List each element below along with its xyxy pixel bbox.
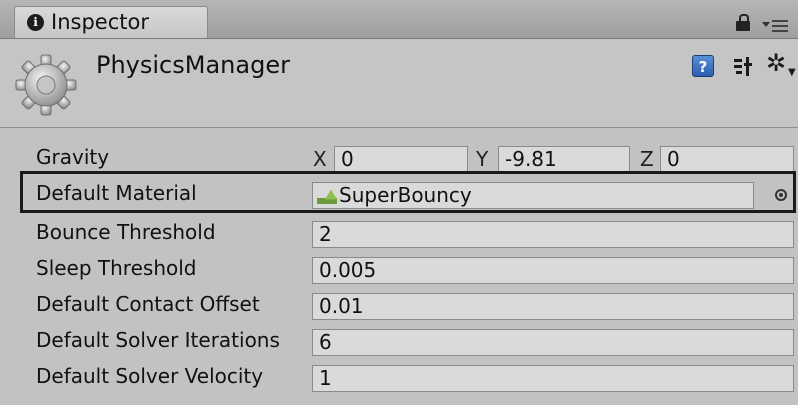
preset-icon[interactable] bbox=[732, 55, 754, 77]
sleep-threshold-label: Sleep Threshold bbox=[36, 256, 197, 280]
object-picker-icon[interactable] bbox=[775, 189, 787, 201]
bounce-threshold-label: Bounce Threshold bbox=[36, 220, 216, 244]
gravity-y-label[interactable]: Y bbox=[476, 146, 488, 173]
tab-inspector[interactable]: ℹ Inspector bbox=[14, 6, 208, 38]
gravity-z-field[interactable]: 0 bbox=[660, 146, 794, 173]
default-solver-velocity-field[interactable]: 1 bbox=[312, 365, 794, 392]
default-solver-velocity-label: Default Solver Velocity bbox=[36, 364, 264, 388]
default-contact-offset-field[interactable]: 0.01 bbox=[312, 293, 794, 320]
default-solver-iterations-field[interactable]: 6 bbox=[312, 329, 794, 356]
tab-bar: ℹ Inspector bbox=[0, 0, 798, 39]
default-material-field[interactable]: SuperBouncy bbox=[312, 182, 754, 209]
component-title: PhysicsManager bbox=[96, 51, 290, 79]
component-header: PhysicsManager ? ✲ ▼ bbox=[0, 39, 798, 128]
physic-material-icon bbox=[317, 189, 337, 204]
settings-icon[interactable]: ✲ ▼ bbox=[766, 51, 796, 78]
property-bounce-threshold: Bounce Threshold 2 bbox=[0, 217, 798, 253]
property-default-solver-iterations: Default Solver Iterations 6 bbox=[0, 325, 798, 361]
tab-label: Inspector bbox=[51, 10, 149, 34]
gravity-label: Gravity bbox=[36, 145, 110, 169]
properties-panel: Gravity X 0 Y -9.81 Z 0 Default Material… bbox=[0, 128, 798, 405]
default-solver-iterations-label: Default Solver Iterations bbox=[36, 328, 280, 352]
bounce-threshold-field[interactable]: 2 bbox=[312, 221, 794, 248]
gravity-y-field[interactable]: -9.81 bbox=[498, 146, 630, 173]
gravity-z-label[interactable]: Z bbox=[640, 146, 654, 173]
gravity-x-field[interactable]: 0 bbox=[334, 146, 468, 173]
inspector-window: ℹ Inspector PhysicsManager ? ✲ ▼ Gravity… bbox=[0, 0, 798, 405]
gravity-x-label[interactable]: X bbox=[313, 146, 327, 173]
default-contact-offset-label: Default Contact Offset bbox=[36, 292, 260, 316]
property-default-material: Default Material SuperBouncy bbox=[0, 178, 798, 214]
gear-icon bbox=[15, 54, 77, 116]
default-material-value: SuperBouncy bbox=[339, 183, 472, 207]
property-gravity: Gravity X 0 Y -9.81 Z 0 bbox=[0, 142, 798, 178]
tab-menu-icon[interactable] bbox=[762, 18, 790, 34]
default-material-label: Default Material bbox=[36, 181, 197, 205]
lock-icon[interactable] bbox=[736, 14, 750, 32]
info-icon: ℹ bbox=[27, 14, 44, 31]
help-icon[interactable]: ? bbox=[692, 55, 714, 77]
property-default-solver-velocity: Default Solver Velocity 1 bbox=[0, 361, 798, 397]
property-default-contact-offset: Default Contact Offset 0.01 bbox=[0, 289, 798, 325]
sleep-threshold-field[interactable]: 0.005 bbox=[312, 257, 794, 284]
property-sleep-threshold: Sleep Threshold 0.005 bbox=[0, 253, 798, 289]
